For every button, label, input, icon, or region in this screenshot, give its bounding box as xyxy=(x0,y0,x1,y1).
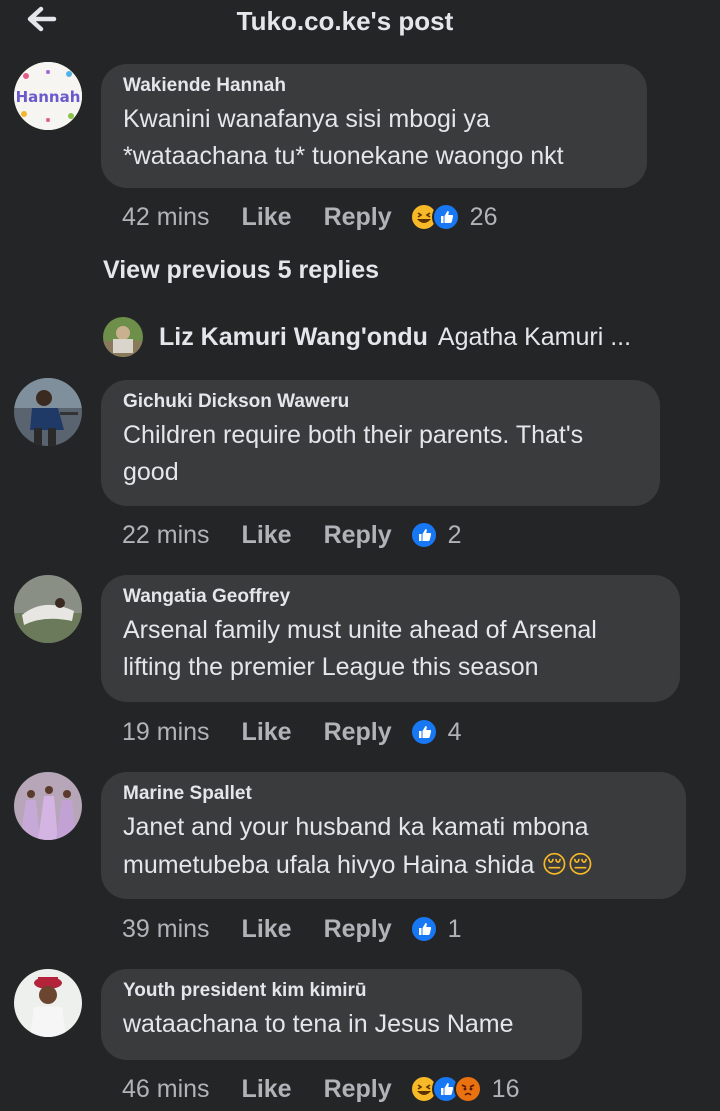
comment-actions: 42 mins Like Reply 26 xyxy=(122,197,497,237)
avatar[interactable] xyxy=(14,969,82,1037)
reaction-count: 1 xyxy=(447,914,462,943)
like-button[interactable]: Like xyxy=(242,718,292,747)
comment-text: Children require both their parents. Tha… xyxy=(123,421,584,486)
reply-button[interactable]: Reply xyxy=(324,521,392,550)
reaction-count: 16 xyxy=(491,1074,520,1103)
comment-text: wataachana to tena in Jesus Name xyxy=(123,1010,514,1038)
reaction-summary[interactable] xyxy=(409,1075,482,1103)
page-title: Tuko.co.ke's post xyxy=(236,6,454,36)
reaction-count: 26 xyxy=(469,202,498,231)
reply-text: Agatha Kamuri ... xyxy=(437,322,632,351)
view-previous-replies-link[interactable]: View previous 5 replies xyxy=(103,256,379,285)
reply-author: Liz Kamuri Wang'ondu xyxy=(159,322,428,351)
like-reaction-icon xyxy=(409,915,438,943)
like-button[interactable]: Like xyxy=(242,203,292,232)
comment-time[interactable]: 22 mins xyxy=(122,521,210,550)
comment-bubble: Wakiende Hannah Kwanini wanafanya sisi m… xyxy=(101,64,647,188)
comment-author[interactable]: Wangatia Geoffrey xyxy=(123,585,658,609)
like-reaction-icon xyxy=(431,203,460,231)
comment-bubble: Gichuki Dickson Waweru Children require … xyxy=(101,380,660,506)
reaction-summary[interactable] xyxy=(409,203,460,231)
comment-actions: 22 mins Like Reply 2 xyxy=(122,515,462,555)
reply-button[interactable]: Reply xyxy=(324,1075,392,1104)
avatar[interactable] xyxy=(14,378,82,446)
comment-author[interactable]: Marine Spallet xyxy=(123,782,664,806)
comment-time[interactable]: 39 mins xyxy=(122,915,210,944)
pensive-emoji-icon: 😔😔 xyxy=(541,850,594,879)
comment-bubble: Marine Spallet Janet and your husband ka… xyxy=(101,772,686,899)
comment-actions: 46 mins Like Reply 16 xyxy=(122,1069,519,1109)
reply-button[interactable]: Reply xyxy=(324,203,392,232)
comment-author[interactable]: Wakiende Hannah xyxy=(123,74,625,98)
comment-bubble: Wangatia Geoffrey Arsenal family must un… xyxy=(101,575,680,702)
angry-reaction-icon xyxy=(453,1075,482,1103)
like-button[interactable]: Like xyxy=(242,915,292,944)
avatar[interactable] xyxy=(14,575,82,643)
comment-actions: 39 mins Like Reply 1 xyxy=(122,909,462,949)
header-bar: Tuko.co.ke's post xyxy=(0,0,720,46)
comment-text-body: Janet and your husband ka kamati mbona m… xyxy=(123,813,589,879)
reaction-count: 4 xyxy=(447,717,462,746)
avatar[interactable] xyxy=(14,772,82,840)
svg-text:Hannah: Hannah xyxy=(16,88,81,106)
comment-text: Kwanini wanafanya sisi mbogi ya *wataach… xyxy=(123,105,564,170)
like-button[interactable]: Like xyxy=(242,521,292,550)
reaction-summary[interactable] xyxy=(409,521,438,549)
reaction-summary[interactable] xyxy=(409,915,438,943)
reply-preview[interactable]: Liz Kamuri Wang'ondu Agatha Kamuri ... xyxy=(103,316,631,358)
comment-text: Janet and your husband ka kamati mbona m… xyxy=(123,809,664,884)
reaction-summary[interactable] xyxy=(409,718,438,746)
comment-time[interactable]: 46 mins xyxy=(122,1075,210,1104)
comment-time[interactable]: 42 mins xyxy=(122,203,210,232)
reply-button[interactable]: Reply xyxy=(324,915,392,944)
reply-button[interactable]: Reply xyxy=(324,718,392,747)
like-button[interactable]: Like xyxy=(242,1075,292,1104)
like-reaction-icon xyxy=(409,718,438,746)
like-reaction-icon xyxy=(409,521,438,549)
comment-author[interactable]: Gichuki Dickson Waweru xyxy=(123,390,638,414)
comment-time[interactable]: 19 mins xyxy=(122,718,210,747)
avatar-image: Hannah xyxy=(14,62,82,130)
avatar xyxy=(103,317,143,357)
avatar[interactable]: Hannah xyxy=(14,62,82,130)
reaction-count: 2 xyxy=(447,520,462,549)
comment-author[interactable]: Youth president kim kimirū xyxy=(123,979,560,1003)
comment-actions: 19 mins Like Reply 4 xyxy=(122,712,462,752)
comment-bubble: Youth president kim kimirū wataachana to… xyxy=(101,969,582,1060)
comment-text: Arsenal family must unite ahead of Arsen… xyxy=(123,616,597,681)
